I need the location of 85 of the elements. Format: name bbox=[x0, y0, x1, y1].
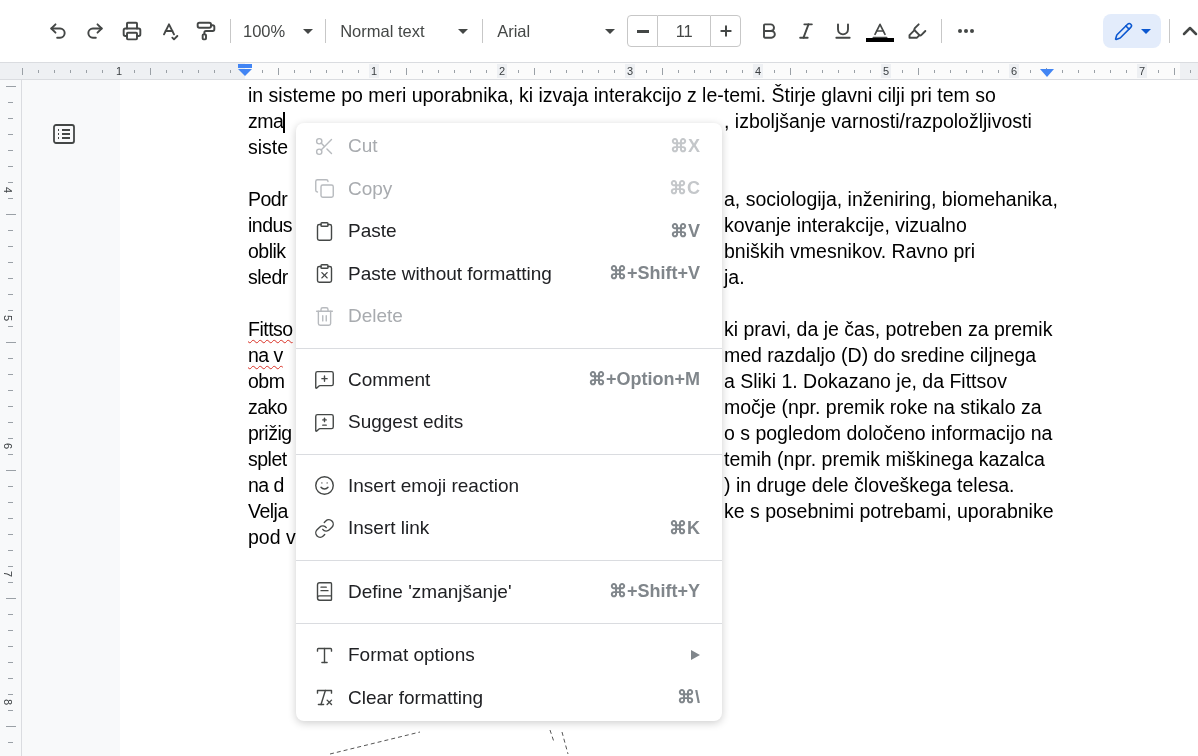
zoom-dropdown[interactable]: 100% bbox=[239, 15, 318, 47]
body-text: ke s posebnimi potrebami, uporabnike bbox=[724, 499, 1054, 525]
ruler-number: 7 bbox=[1137, 64, 1148, 78]
body-text: ) in druge dele človeškega telesa. bbox=[724, 473, 1015, 499]
ruler-number: 5 bbox=[881, 64, 892, 78]
scissors-icon bbox=[314, 135, 335, 157]
body-text: zako bbox=[248, 395, 288, 421]
body-text: bniških vmesnikov. Ravno pri bbox=[724, 239, 976, 265]
menu-item[interactable]: Clear formatting ⌘\ bbox=[296, 676, 722, 719]
body-text: kovanje interakcije, vizualno bbox=[724, 213, 967, 239]
body-text: med razdaljo (D) do sredine ciljnega bbox=[724, 343, 1037, 369]
menu-item[interactable]: Insert emoji reaction bbox=[296, 464, 722, 507]
body-text: a Sliki 1. Dokazano je, da Fittsov bbox=[724, 369, 1007, 395]
body-text: ja. bbox=[724, 265, 745, 291]
body-text: oblik bbox=[248, 239, 286, 265]
ruler-number: 6 bbox=[2, 442, 15, 450]
ruler-number: 1 bbox=[369, 64, 380, 78]
body-text: in sisteme po meri uporabnika, ki izvaja interakcijo z le-temi. Štirje glavni cilji pri tem so bbox=[248, 83, 996, 109]
menu-item[interactable]: Comment ⌘+Option+M bbox=[296, 358, 722, 401]
ruler-number: 7 bbox=[2, 570, 15, 578]
copy-icon bbox=[314, 178, 335, 200]
body-text: zma bbox=[248, 109, 284, 135]
print-icon bbox=[122, 21, 142, 41]
body-text: o s pogledom določeno informacijo na bbox=[724, 421, 1053, 447]
clipboard-icon bbox=[314, 220, 335, 242]
paint-format-icon bbox=[196, 21, 216, 41]
pencil-icon bbox=[1113, 21, 1133, 41]
body-text: prižig bbox=[248, 421, 292, 447]
link-icon bbox=[314, 517, 335, 539]
body-text: splet bbox=[248, 447, 287, 473]
font-size-field[interactable]: 11 bbox=[658, 15, 711, 47]
body-text: indus bbox=[248, 213, 293, 239]
caret-icon bbox=[303, 28, 314, 34]
ruler-number: 8 bbox=[2, 698, 15, 706]
ruler-number: 3 bbox=[625, 64, 636, 78]
menu-item[interactable]: Define 'zmanjšanje' ⌘+Shift+Y bbox=[296, 570, 722, 613]
body-text: sledr bbox=[248, 265, 288, 291]
body-text: Podr bbox=[248, 187, 288, 213]
menu-item[interactable]: Paste ⌘V bbox=[296, 210, 722, 253]
menu-item[interactable]: Format options bbox=[296, 634, 722, 677]
comment-pen-icon bbox=[314, 411, 335, 433]
ruler-number: 1 bbox=[114, 64, 125, 78]
body-text: temih (npr. premik miškinega kazalca bbox=[724, 447, 1045, 473]
menu-item[interactable]: Insert link ⌘K bbox=[296, 507, 722, 550]
minus-icon bbox=[636, 29, 649, 33]
style-dropdown[interactable]: Normal text bbox=[334, 15, 475, 47]
ruler-number: 4 bbox=[2, 186, 15, 194]
body-text: siste bbox=[248, 135, 289, 161]
body-text: ki pravi, da je čas, potreben za premik bbox=[724, 317, 1053, 343]
caret-icon bbox=[458, 28, 469, 34]
body-text: pod v bbox=[248, 525, 296, 551]
book-icon bbox=[314, 581, 335, 603]
body-text: a, sociologija, inženiring, biomehanika, bbox=[724, 187, 1058, 213]
right-indent-marker-icon[interactable] bbox=[1040, 69, 1054, 77]
outline-icon[interactable] bbox=[53, 124, 75, 144]
ruler-number: 2 bbox=[497, 64, 508, 78]
body-text: Fittso bbox=[248, 317, 293, 343]
body-text: na v bbox=[248, 343, 283, 369]
smiley-icon bbox=[314, 475, 335, 497]
clipboard-cross-icon bbox=[314, 263, 335, 285]
more-icon bbox=[958, 29, 975, 33]
plus-icon bbox=[717, 23, 734, 39]
trash-icon bbox=[314, 305, 335, 327]
menu-item[interactable]: Suggest edits bbox=[296, 401, 722, 444]
body-text: močje (npr. premik roke na stikalo za bbox=[724, 395, 1042, 421]
comment-plus-icon bbox=[314, 369, 335, 391]
undo-icon bbox=[48, 21, 68, 41]
body-text: obm bbox=[248, 369, 285, 395]
ruler-number: 6 bbox=[1009, 64, 1020, 78]
underline-icon bbox=[833, 21, 854, 41]
editing-mode-button[interactable] bbox=[1103, 14, 1161, 48]
indent-marker-icon[interactable] bbox=[237, 64, 253, 76]
caret-icon bbox=[605, 28, 616, 34]
ruler-number: 4 bbox=[753, 64, 764, 78]
body-text: na d bbox=[248, 473, 284, 499]
increase-size-button[interactable] bbox=[710, 15, 742, 47]
menu-item[interactable]: Paste without formatting ⌘+Shift+V bbox=[296, 252, 722, 295]
body-text: Velja bbox=[248, 499, 288, 525]
body-text: , izboljšanje varnosti/razpoložljivosti bbox=[724, 109, 1032, 135]
redo-icon bbox=[85, 21, 105, 41]
font-dropdown[interactable]: Arial bbox=[491, 15, 622, 47]
ruler-number: 5 bbox=[2, 314, 15, 322]
highlight-icon bbox=[907, 21, 928, 41]
submenu-arrow-icon bbox=[691, 650, 700, 661]
caret-icon bbox=[1140, 28, 1151, 34]
